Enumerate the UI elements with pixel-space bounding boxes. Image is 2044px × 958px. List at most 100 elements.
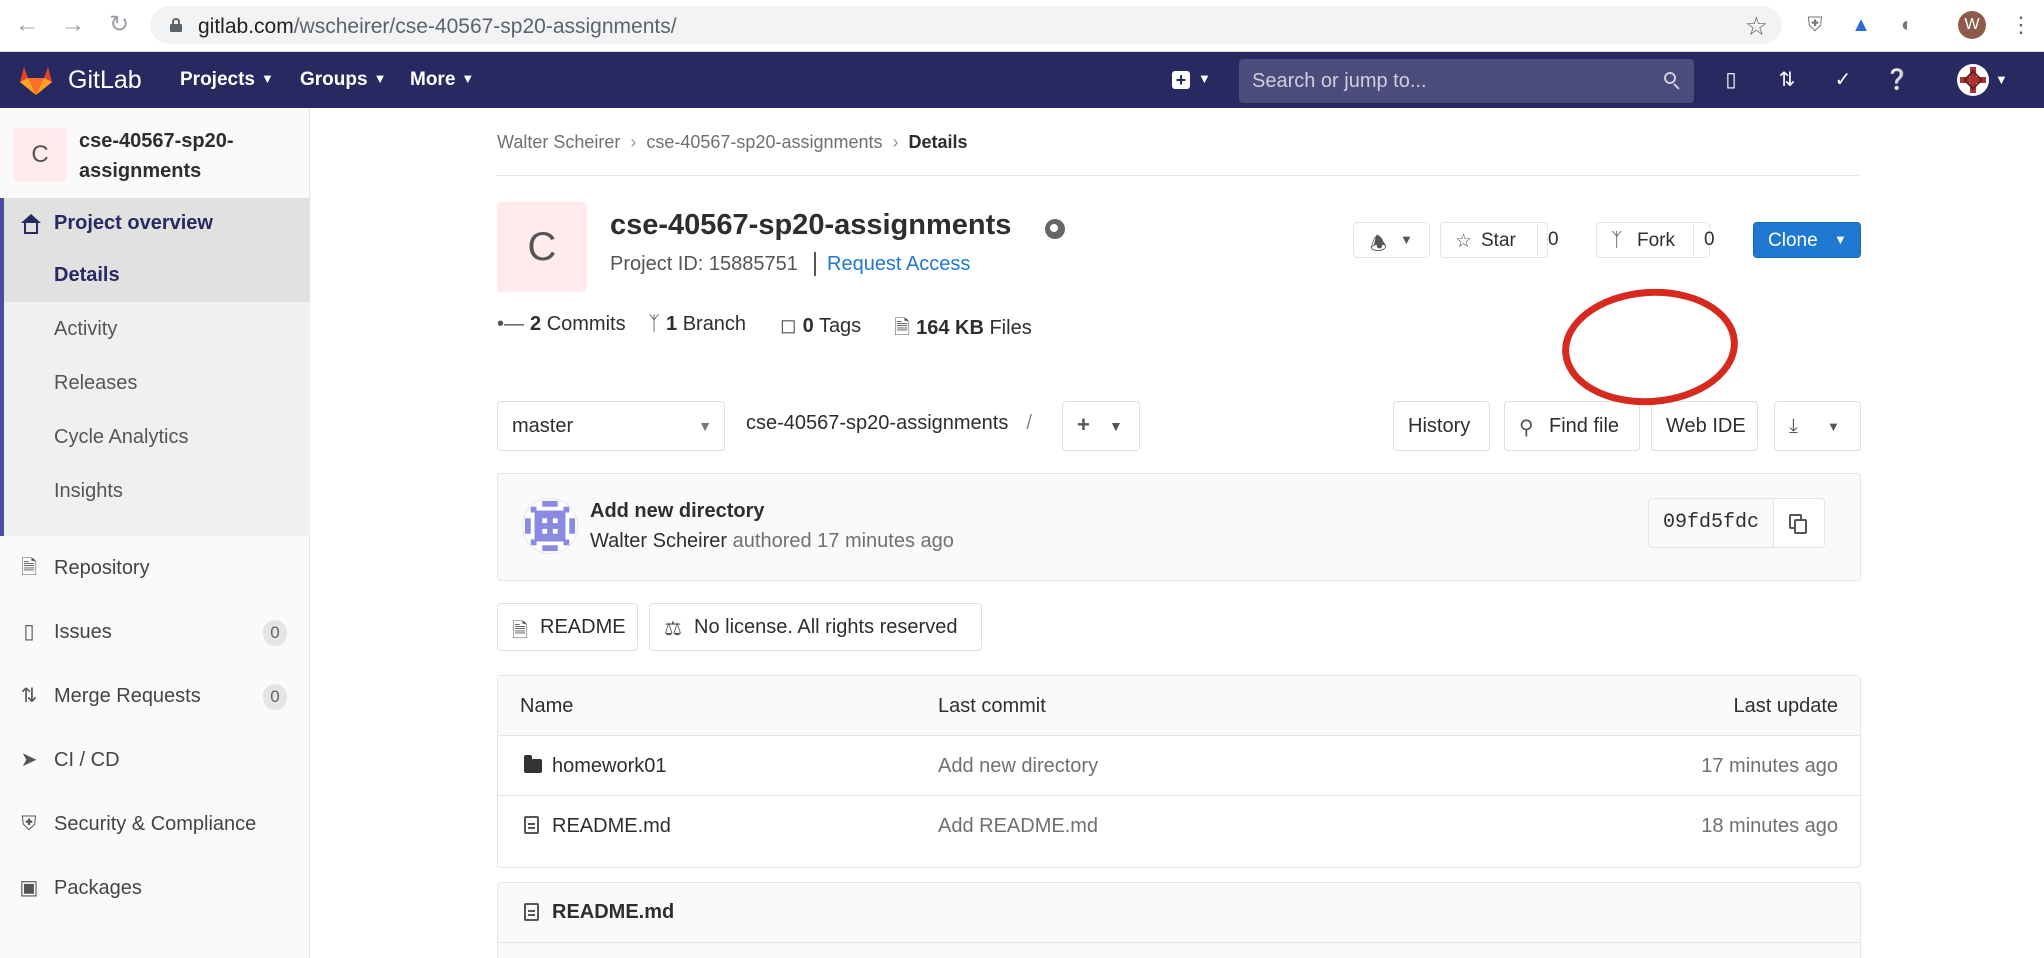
sidebar-item-details[interactable]: Details xyxy=(4,250,310,302)
add-to-tree-dropdown[interactable]: + ▼ xyxy=(1062,401,1140,451)
readme-pill[interactable]: 🗎 README xyxy=(497,603,638,651)
scale-icon: ⚖ xyxy=(664,618,682,640)
breadcrumb-chevron-icon: › xyxy=(892,132,899,152)
sidebar-item-label: Insights xyxy=(54,480,123,502)
sidebar-item-label: Repository xyxy=(54,557,150,579)
table-row[interactable]: homework01 Add new directory 17 minutes … xyxy=(498,736,1860,796)
home-icon xyxy=(20,214,42,234)
fork-button[interactable]: ᛉ Fork 0 xyxy=(1596,222,1715,258)
history-label: History xyxy=(1408,415,1471,437)
commit-author-link[interactable]: Walter Scheirer xyxy=(590,530,727,552)
find-file-label: Find file xyxy=(1549,415,1620,437)
sidebar-item-merge-requests[interactable]: ⇅ Merge Requests 0 xyxy=(0,667,310,727)
commit-title-link[interactable]: Add new directory xyxy=(590,500,764,523)
sidebar-item-activity[interactable]: Activity xyxy=(4,304,310,356)
fork-label: Fork xyxy=(1637,230,1675,251)
todo-check-icon[interactable]: ✓ xyxy=(1828,66,1858,94)
new-item-menu[interactable]: + ▼ xyxy=(1166,66,1214,94)
download-dropdown[interactable]: ⤓ ▼ xyxy=(1774,401,1861,451)
breadcrumb-current[interactable]: Details xyxy=(909,132,968,152)
column-header-last-commit: Last commit xyxy=(938,695,1046,717)
issues-icon[interactable]: ▯ xyxy=(1716,66,1746,94)
sidebar-item-label: Security & Compliance xyxy=(54,813,257,835)
file-last-commit-link[interactable]: Add new directory xyxy=(938,755,1098,778)
file-last-commit-link[interactable]: Add README.md xyxy=(938,815,1098,838)
nav-projects[interactable]: Projects ▼ xyxy=(180,69,274,91)
star-button[interactable]: ☆ Star 0 xyxy=(1440,222,1559,258)
commit-sha[interactable]: 09fd5fdc xyxy=(1648,498,1774,548)
sidebar-item-issues[interactable]: ▯ Issues 0 xyxy=(0,603,310,663)
files-icon: 🗎 xyxy=(894,317,911,339)
breadcrumb: Walter Scheirer › cse-40567-sp20-assignmen… xyxy=(497,132,968,153)
path-root-link[interactable]: cse-40567-sp20-assignments xyxy=(746,412,1008,434)
rocket-icon: ➤ xyxy=(20,749,38,771)
browser-menu-icon[interactable]: ⋮ xyxy=(2010,10,2032,40)
files-stat[interactable]: 🗎 164 KB Files xyxy=(894,313,1032,347)
extension-shield-icon[interactable]: ⛨ xyxy=(1802,12,1828,38)
sidebar-item-cycle-analytics[interactable]: Cycle Analytics xyxy=(4,412,310,464)
license-pill[interactable]: ⚖ No license. All rights reserved xyxy=(649,603,982,651)
last-commit-panel: Add new directory Walter Scheirer author… xyxy=(497,473,1861,581)
notification-dropdown[interactable]: 🕭 ▼ xyxy=(1353,222,1430,258)
history-button[interactable]: History xyxy=(1393,401,1490,451)
document-icon: 🗎 xyxy=(20,557,38,579)
issues-icon: ▯ xyxy=(23,621,35,643)
branches-stat[interactable]: ᛉ1 Branch xyxy=(648,313,746,336)
fork-count[interactable]: 0 xyxy=(1693,223,1715,257)
nav-more[interactable]: More ▼ xyxy=(410,69,474,91)
sidebar-item-project-overview[interactable]: Project overview xyxy=(4,198,310,250)
tags-stat[interactable]: ◻ 0 Tags xyxy=(780,313,861,338)
browser-profile-avatar[interactable]: W xyxy=(1958,11,1986,39)
chevron-down-icon: ▼ xyxy=(1834,232,1847,247)
forward-icon[interactable]: → xyxy=(60,12,86,38)
bell-icon: 🕭 xyxy=(1370,234,1388,255)
request-access-link[interactable]: Request Access xyxy=(827,253,970,276)
file-name-link[interactable]: README.md xyxy=(552,815,671,838)
find-file-button[interactable]: ⚲ Find file xyxy=(1504,401,1640,451)
nav-groups[interactable]: Groups ▼ xyxy=(300,69,386,91)
star-count[interactable]: 0 xyxy=(1537,223,1559,257)
file-name-link[interactable]: homework01 xyxy=(552,755,667,778)
web-ide-button[interactable]: Web IDE xyxy=(1651,401,1758,451)
gitlab-logo-icon[interactable] xyxy=(18,64,54,96)
sidebar-item-packages[interactable]: ▣ Packages xyxy=(0,859,310,919)
bookmark-star-icon[interactable]: ☆ xyxy=(1745,11,1768,42)
project-id: Project ID: 15885751 xyxy=(610,253,798,275)
back-icon[interactable]: ← xyxy=(14,12,40,38)
user-avatar[interactable] xyxy=(1957,64,1989,96)
table-header: Name Last commit Last update xyxy=(498,676,1860,736)
search-input[interactable]: Search or jump to... xyxy=(1239,59,1694,103)
breadcrumb-project[interactable]: cse-40567-sp20-assignments xyxy=(646,132,882,152)
project-avatar[interactable]: C xyxy=(13,128,67,182)
gitlab-brand[interactable]: GitLab xyxy=(68,66,142,95)
merge-request-icon[interactable]: ⇅ xyxy=(1772,66,1802,94)
extension-cap-icon[interactable]: ▲ xyxy=(1848,12,1874,38)
files-table: Name Last commit Last update homework01 … xyxy=(497,675,1861,868)
branch-selector[interactable]: master ▼ xyxy=(497,401,725,451)
extension-circle-icon[interactable]: ◐ xyxy=(1894,12,1920,38)
breadcrumb-owner[interactable]: Walter Scheirer xyxy=(497,132,620,152)
branch-icon: ᛉ xyxy=(648,313,660,335)
reload-icon[interactable]: ↻ xyxy=(106,12,132,38)
sidebar-item-ci-cd[interactable]: ➤ CI / CD xyxy=(0,731,310,791)
help-icon[interactable]: ❔ xyxy=(1882,66,1912,94)
sidebar-item-releases[interactable]: Releases xyxy=(4,358,310,410)
sidebar-project-name[interactable]: cse-40567-sp20-assignments xyxy=(79,126,299,186)
readme-title[interactable]: README.md xyxy=(552,901,674,924)
copy-sha-button[interactable] xyxy=(1773,498,1825,548)
page-title: cse-40567-sp20-assignments xyxy=(610,209,1012,241)
address-bar[interactable]: gitlab.com/wscheirer/cse-40567-sp20-assi… xyxy=(150,6,1782,44)
sidebar-item-repository[interactable]: 🗎 Repository xyxy=(0,539,310,599)
sidebar-item-security-compliance[interactable]: ⛨ Security & Compliance xyxy=(0,795,310,855)
clone-button[interactable]: Clone ▼ xyxy=(1753,222,1861,258)
star-icon: ☆ xyxy=(1455,231,1473,252)
commit-author-avatar[interactable] xyxy=(522,498,578,554)
gitlab-topbar: GitLab Projects ▼ Groups ▼ More ▼ + ▼ Searc… xyxy=(0,52,2044,108)
table-row[interactable]: README.md Add README.md 18 minutes ago xyxy=(498,796,1860,856)
chevron-down-icon[interactable]: ▼ xyxy=(1995,72,2008,87)
commits-stat[interactable]: •— 2 Commits xyxy=(497,313,626,336)
url-text[interactable]: gitlab.com/wscheirer/cse-40567-sp20-assi… xyxy=(198,15,677,39)
project-sidebar: C cse-40567-sp20-assignments Project ove… xyxy=(0,108,310,958)
sidebar-item-insights[interactable]: Insights xyxy=(4,466,310,518)
sidebar-project-header[interactable]: C cse-40567-sp20-assignments xyxy=(0,108,310,198)
